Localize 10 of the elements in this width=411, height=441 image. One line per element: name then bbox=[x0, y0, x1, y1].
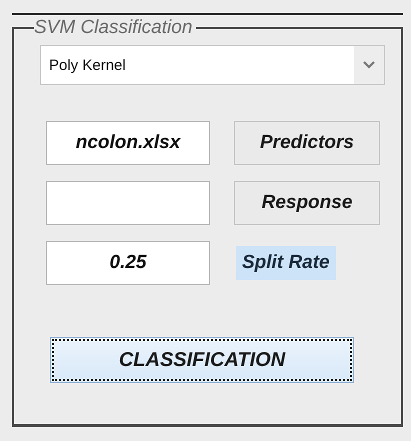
predictors-file-field[interactable]: ncolon.xlsx bbox=[46, 121, 210, 165]
classification-button[interactable]: CLASSIFICATION bbox=[50, 337, 354, 383]
response-field[interactable] bbox=[46, 181, 210, 225]
group-title: SVM Classification bbox=[34, 17, 194, 39]
chevron-down-icon bbox=[363, 61, 375, 69]
response-button[interactable]: Response bbox=[234, 181, 380, 225]
predictors-button[interactable]: Predictors bbox=[234, 121, 380, 165]
split-rate-field[interactable]: 0.25 bbox=[46, 241, 210, 285]
split-rate-label: Split Rate bbox=[236, 246, 336, 280]
kernel-dropdown[interactable]: Poly Kernel bbox=[40, 45, 385, 85]
